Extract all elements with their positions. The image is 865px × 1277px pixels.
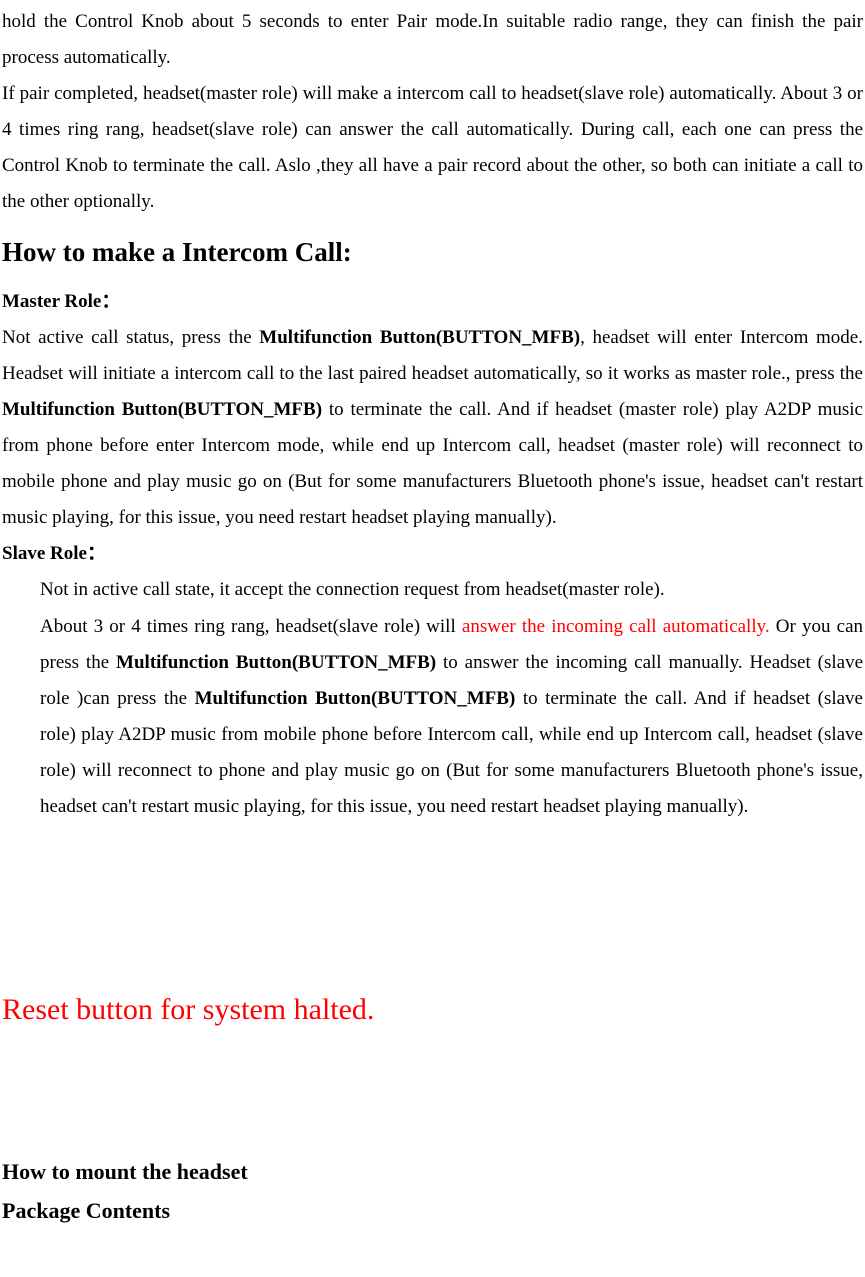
spacer	[2, 1039, 863, 1149]
intro-paragraph-2: If pair completed, headset(master role) …	[2, 76, 863, 220]
heading-reset-button: Reset button for system halted.	[2, 990, 863, 1029]
heading-package-contents: Package Contents	[2, 1196, 863, 1227]
heading-mount-headset: How to mount the headset	[2, 1157, 863, 1188]
slave-role-label: Slave Role：	[2, 536, 863, 572]
intro-paragraph-1: hold the Control Knob about 5 seconds to…	[2, 4, 863, 76]
slave-role-paragraph-2: About 3 or 4 times ring rang, headset(sl…	[2, 609, 863, 826]
heading-intercom-call: How to make a Intercom Call:	[2, 235, 863, 270]
slave-role-paragraph-1: Not in active call state, it accept the …	[2, 572, 863, 608]
spacer	[2, 825, 863, 980]
master-role-label: Master Role：	[2, 284, 863, 320]
master-role-paragraph: Not active call status, press the Multif…	[2, 320, 863, 537]
